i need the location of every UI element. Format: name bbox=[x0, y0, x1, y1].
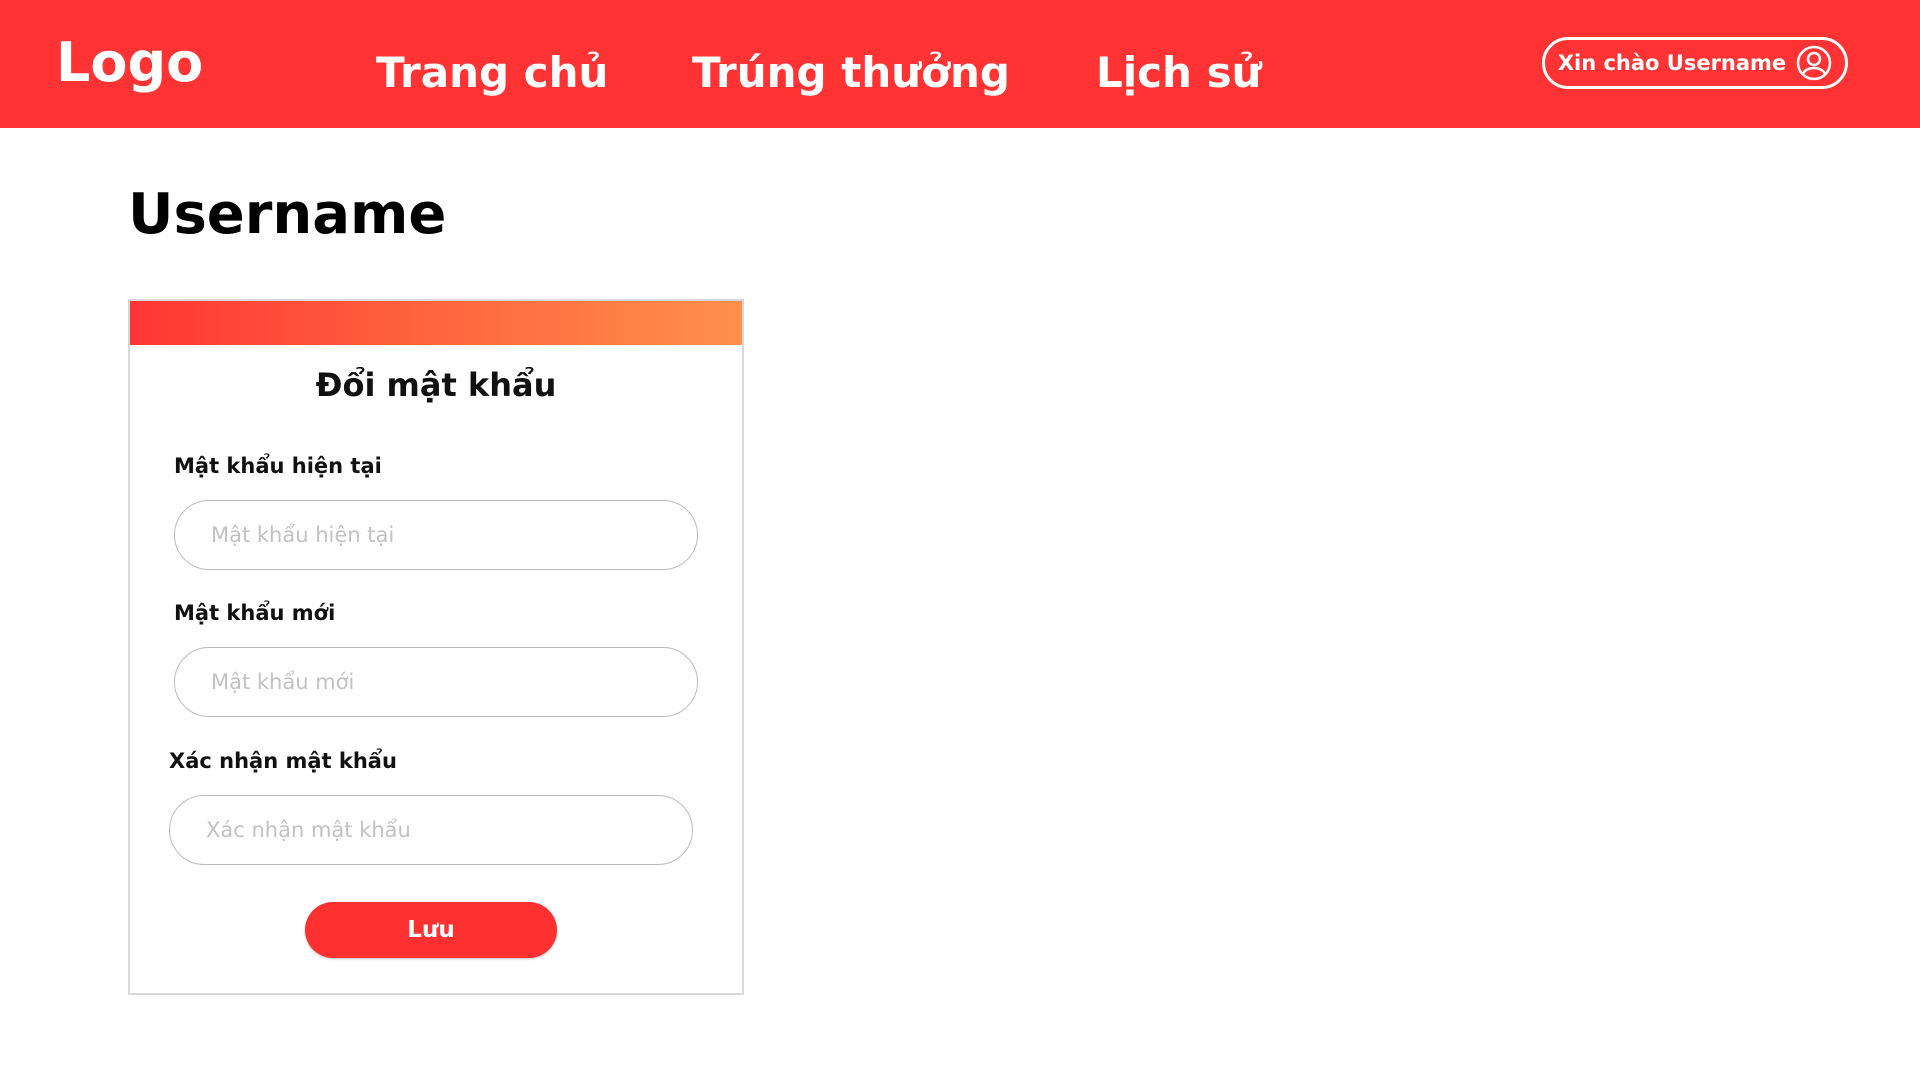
nav-item-home[interactable]: Trang chủ bbox=[376, 38, 608, 108]
nav-item-prize[interactable]: Trúng thưởng bbox=[692, 38, 1010, 108]
new-password-input[interactable] bbox=[174, 647, 698, 717]
user-menu-button[interactable]: Xin chào Username bbox=[1542, 37, 1848, 89]
page-title: Username bbox=[128, 182, 447, 247]
user-greeting: Xin chào Username bbox=[1557, 51, 1787, 75]
current-password-input[interactable] bbox=[174, 500, 698, 570]
current-password-label: Mật khẩu hiện tại bbox=[174, 454, 382, 478]
new-password-label: Mật khẩu mới bbox=[174, 601, 336, 625]
change-password-card: Đổi mật khẩu Mật khẩu hiện tại Mật khẩu … bbox=[128, 299, 744, 995]
confirm-password-label: Xác nhận mật khẩu bbox=[169, 749, 397, 773]
user-circle-icon bbox=[1796, 45, 1832, 81]
logo[interactable]: Logo bbox=[56, 28, 203, 98]
card-gradient-bar bbox=[130, 301, 742, 345]
card-title: Đổi mật khẩu bbox=[315, 366, 557, 404]
save-button[interactable]: Lưu bbox=[305, 902, 557, 958]
confirm-password-input[interactable] bbox=[169, 795, 693, 865]
nav-item-history[interactable]: Lịch sử bbox=[1096, 38, 1261, 108]
top-navbar: Logo Trang chủ Trúng thưởng Lịch sử Xin … bbox=[0, 0, 1920, 128]
